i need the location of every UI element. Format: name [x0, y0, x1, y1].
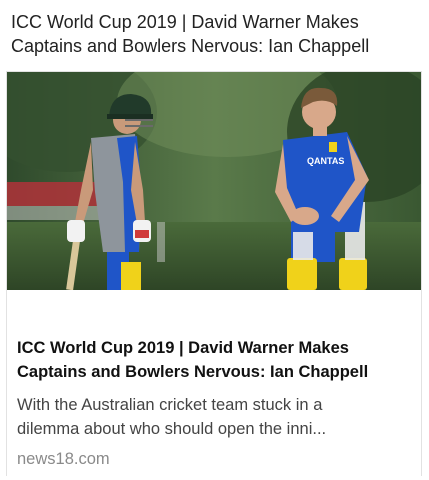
card-source: news18.com	[17, 450, 110, 468]
feed-headline[interactable]: ICC World Cup 2019 | David Warner Makes …	[11, 10, 421, 58]
cricketers-photo: QANTAS	[7, 72, 421, 290]
card-description: With the Australian cricket team stuck i…	[17, 396, 327, 438]
card-image[interactable]: QANTAS	[7, 72, 421, 290]
card-title[interactable]: ICC World Cup 2019 | David Warner Makes …	[17, 336, 413, 384]
qantas-logo: QANTAS	[307, 156, 344, 166]
news-card[interactable]: QANTAS ICC World Cup 2019 | David Warner…	[6, 71, 422, 476]
news-feed-page: ICC World Cup 2019 | David Warner Makes …	[0, 0, 429, 480]
